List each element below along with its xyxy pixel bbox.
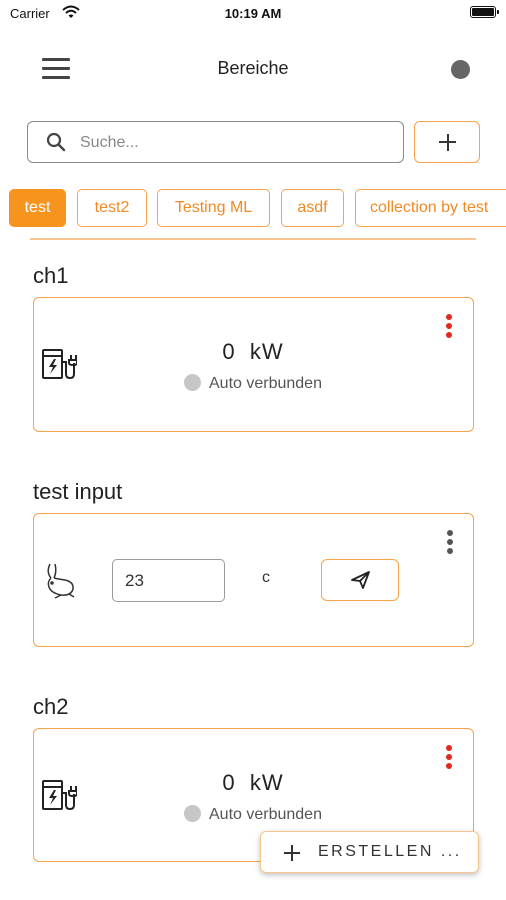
status-dot-icon <box>184 374 201 391</box>
power-value: 0 <box>222 339 236 364</box>
value-input[interactable] <box>112 559 225 602</box>
power-unit: kW <box>249 339 284 364</box>
search-input[interactable] <box>78 122 392 163</box>
search-icon <box>46 132 66 157</box>
tag-asdf[interactable]: asdf <box>281 189 344 227</box>
power-unit: kW <box>249 770 284 795</box>
rabbit-icon <box>41 562 77 605</box>
connection-status: Auto verbunden <box>34 374 472 393</box>
tag-test[interactable]: test <box>9 189 66 227</box>
power-value: 0 <box>222 770 236 795</box>
tag-test2[interactable]: test2 <box>77 189 147 227</box>
clock: 10:19 AM <box>224 6 282 21</box>
create-label: ERSTELLEN ... <box>318 843 462 860</box>
unit-label: c <box>262 569 270 586</box>
avatar-icon[interactable] <box>451 60 470 79</box>
connection-status: Auto verbunden <box>34 805 472 824</box>
status-dot-icon <box>184 805 201 822</box>
send-button[interactable] <box>321 559 399 601</box>
more-vertical-icon[interactable] <box>446 314 452 341</box>
add-button[interactable] <box>414 121 480 163</box>
power-readout: 0 kW <box>34 770 472 796</box>
tag-collection-by-test[interactable]: collection by test <box>355 189 506 227</box>
more-vertical-icon[interactable] <box>447 530 453 557</box>
page-title: Bereiche <box>217 58 289 78</box>
status-bar: Carrier 10:19 AM <box>0 0 506 28</box>
section-title-test-input: test input <box>33 479 123 504</box>
create-button[interactable]: ERSTELLEN ... <box>260 831 479 873</box>
section-title-ch1: ch1 <box>33 263 69 288</box>
charger-card[interactable]: 0 kW Auto verbunden <box>33 297 474 432</box>
tag-divider <box>30 238 476 240</box>
power-readout: 0 kW <box>34 339 472 365</box>
status-text: Auto verbunden <box>209 375 322 392</box>
more-vertical-icon[interactable] <box>446 745 452 772</box>
battery-icon <box>470 6 499 18</box>
tag-testing-ml[interactable]: Testing ML <box>157 189 270 227</box>
search-box[interactable] <box>27 121 404 163</box>
input-card: c <box>33 513 474 647</box>
status-text: Auto verbunden <box>209 806 322 823</box>
send-icon <box>351 571 371 594</box>
section-title-ch2: ch2 <box>33 694 69 719</box>
